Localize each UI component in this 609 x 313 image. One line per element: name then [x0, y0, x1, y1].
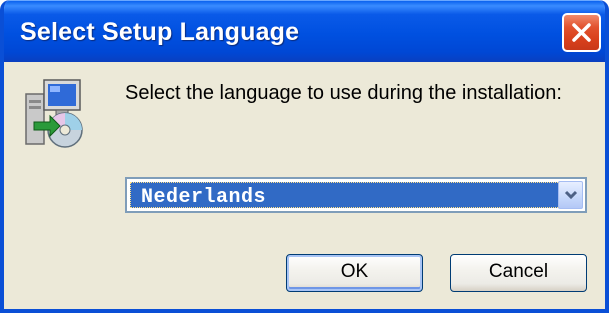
title-bar[interactable]: Select Setup Language — [4, 0, 605, 62]
close-icon — [572, 23, 591, 42]
chevron-down-icon — [564, 190, 578, 200]
setup-language-dialog: Select Setup Language Select the languag… — [0, 0, 609, 313]
language-prompt: Select the language to use during the in… — [125, 82, 562, 104]
dialog-content: Select the language to use during the in… — [4, 62, 605, 309]
close-button[interactable] — [562, 13, 601, 52]
window-title: Select Setup Language — [20, 18, 300, 46]
ok-button[interactable]: OK — [286, 254, 423, 292]
selected-language: Nederlands — [141, 186, 267, 209]
dropdown-button[interactable] — [558, 181, 583, 209]
language-select[interactable]: Nederlands — [125, 177, 587, 213]
language-select-value: Nederlands — [130, 182, 560, 209]
setup-computer-icon — [25, 79, 83, 148]
cancel-button[interactable]: Cancel — [450, 254, 587, 292]
